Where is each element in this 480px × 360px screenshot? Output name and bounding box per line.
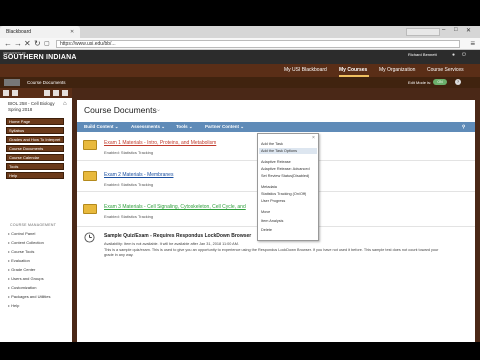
context-menu-item[interactable]: Statistics Tracking (On/Off) [261, 192, 306, 196]
quiz-description: This is a sample quiz/exam. This is used… [104, 248, 439, 257]
quiz-title[interactable]: Sample Quiz/Exam - Requires Respondus Lo… [104, 233, 251, 239]
course-management-heading: COURSE MANAGEMENT [10, 223, 57, 227]
menu-item-grades[interactable]: Grades and How To Interpret [6, 136, 64, 143]
reload-icon[interactable]: ↻ [34, 39, 41, 49]
context-menu-item[interactable]: Set Review Status(Disabled) [261, 174, 309, 178]
context-menu-item[interactable]: Add the Task Options [261, 149, 297, 153]
address-bar[interactable]: https://www.usi.edu/bb/... [56, 40, 460, 48]
content-item-meta: Enabled: Statistics Tracking [104, 214, 154, 219]
site-header: UNIVERSITY OF SOUTHERN INDIANA Richard B… [0, 50, 480, 64]
clock-icon [84, 232, 95, 243]
content-area: Course Documents ⌄ Build Content ⌄ Asses… [77, 100, 475, 342]
course-menu-toggle-icon[interactable] [4, 79, 20, 86]
edit-mode-toggle[interactable]: ON [433, 79, 447, 85]
search-icon[interactable]: ⚲ [462, 124, 470, 132]
menu-item-help[interactable]: Help [6, 172, 64, 179]
menu-item-syllabus[interactable]: Syllabus [6, 127, 64, 134]
context-menu-item[interactable]: Delete [261, 228, 272, 232]
folder-icon [83, 204, 97, 214]
mgmt-link-help[interactable]: Help [8, 303, 19, 308]
browser-tab[interactable]: Blackboard ✕ [0, 26, 80, 38]
page-title: Course Documents [84, 105, 157, 115]
tab-title: Blackboard [6, 29, 32, 35]
browser-menu-icon[interactable]: ≡ [470, 39, 475, 48]
mgmt-link-control-panel[interactable]: Control Panel [8, 231, 35, 236]
browser-user-chip[interactable] [406, 28, 440, 36]
content-item-title[interactable]: Exam 1 Materials - Intro, Proteins, and … [104, 140, 216, 146]
tools-button[interactable]: Tools ⌄ [176, 124, 193, 130]
context-menu-item[interactable]: Move [261, 210, 270, 214]
context-menu-item[interactable]: Metadata [261, 185, 277, 189]
add-menu-item-icon[interactable] [3, 90, 9, 96]
home-icon[interactable]: ⌂ [63, 101, 67, 107]
help-icon[interactable]: ? [455, 79, 461, 85]
context-menu-item[interactable]: Adaptive Release: Advanced [261, 167, 310, 171]
reorder-icon[interactable] [53, 90, 59, 96]
usi-logo[interactable]: SOUTHERN INDIANA [3, 54, 77, 61]
content-item-meta: Enabled: Statistics Tracking [104, 182, 154, 187]
context-menu-item[interactable]: Add the Task [261, 142, 283, 146]
context-menu-item[interactable]: Adaptive Release [261, 160, 291, 164]
tab-my-organization[interactable]: My Organization [379, 67, 415, 73]
main-tab-bar: My USI Blackboard My Courses My Organiza… [0, 64, 480, 77]
course-menu: BIOL 258 - Cell Biology Spring 2018 ⌂ Ho… [0, 88, 72, 342]
mgmt-link-users-groups[interactable]: Users and Groups [8, 276, 43, 281]
screen: Blackboard ✕ – □ ✕ ← → ✕ ↻ ▢ https://www… [0, 0, 480, 360]
breadcrumb-bar: Course Documents Edit Mode is: ON ? [0, 77, 480, 88]
folder-icon [83, 171, 97, 181]
mgmt-link-course-tools[interactable]: Course Tools [8, 249, 34, 254]
view-icon[interactable] [44, 90, 50, 96]
context-menu-item[interactable]: Item Analysis [261, 219, 283, 223]
build-content-button[interactable]: Build Content ⌄ [84, 124, 119, 130]
mgmt-link-packages[interactable]: Packages and Utilities [8, 294, 50, 299]
context-menu-item[interactable]: User Progress [261, 199, 285, 203]
menu-item-tools[interactable]: Tools [6, 163, 64, 170]
content-item-title[interactable]: Exam 2 Materials - Membranes [104, 172, 173, 178]
context-menu: × Add the Task Add the Task Options Adap… [257, 133, 319, 241]
course-menu-toolbar [0, 88, 72, 98]
action-bar: Build Content ⌄ Assessments ⌄ Tools ⌄ Pa… [77, 122, 475, 132]
quiz-availability: Availability: Item is not available. It … [104, 242, 239, 246]
minimize-icon[interactable]: – [442, 27, 445, 33]
folder-icon [83, 140, 97, 150]
back-arrow-icon[interactable]: ← [4, 39, 12, 49]
page-icon: ▢ [44, 41, 50, 47]
close-window-icon[interactable]: ✕ [466, 27, 471, 34]
assessments-button[interactable]: Assessments ⌄ [131, 124, 165, 130]
stop-icon[interactable]: ✕ [24, 39, 31, 49]
content-item-title[interactable]: Exam 3 Materials - Cell Signaling, Cytos… [104, 204, 246, 210]
user-icon[interactable]: ● [452, 52, 455, 58]
tab-my-usi-blackboard[interactable]: My USI Blackboard [284, 67, 327, 73]
edit-mode-label: Edit Mode is: [408, 80, 432, 85]
settings-icon[interactable] [62, 90, 68, 96]
breadcrumb[interactable]: Course Documents [27, 80, 66, 85]
menu-item-home-page[interactable]: Home Page [6, 118, 64, 125]
partner-content-button[interactable]: Partner Content ⌄ [205, 124, 244, 130]
tab-my-courses[interactable]: My Courses [339, 67, 367, 73]
tab-course-services[interactable]: Course Services [427, 67, 464, 73]
close-icon[interactable]: ✕ [70, 29, 74, 35]
mgmt-link-content-collection[interactable]: Content Collection [8, 240, 44, 245]
blackboard-page: UNIVERSITY OF SOUTHERN INDIANA Richard B… [0, 50, 480, 342]
close-icon[interactable]: × [312, 135, 315, 141]
refresh-icon[interactable] [12, 90, 18, 96]
content-item-meta: Enabled: Statistics Tracking [104, 150, 154, 155]
power-icon[interactable]: ⏻ [462, 52, 466, 58]
mgmt-link-customization[interactable]: Customization [8, 285, 36, 290]
maximize-icon[interactable]: □ [454, 27, 458, 33]
menu-item-course-calendar[interactable]: Course Calendar [6, 154, 64, 161]
course-title[interactable]: BIOL 258 - Cell Biology Spring 2018 [8, 101, 68, 113]
forward-arrow-icon[interactable]: → [14, 39, 22, 49]
mgmt-link-grade-center[interactable]: Grade Center [8, 267, 35, 272]
mgmt-link-evaluation[interactable]: Evaluation [8, 258, 30, 263]
title-chevron-icon[interactable]: ⌄ [156, 106, 161, 113]
menu-item-course-documents[interactable]: Course Documents [6, 145, 64, 152]
header-user-name[interactable]: Richard Bennett [408, 52, 437, 57]
